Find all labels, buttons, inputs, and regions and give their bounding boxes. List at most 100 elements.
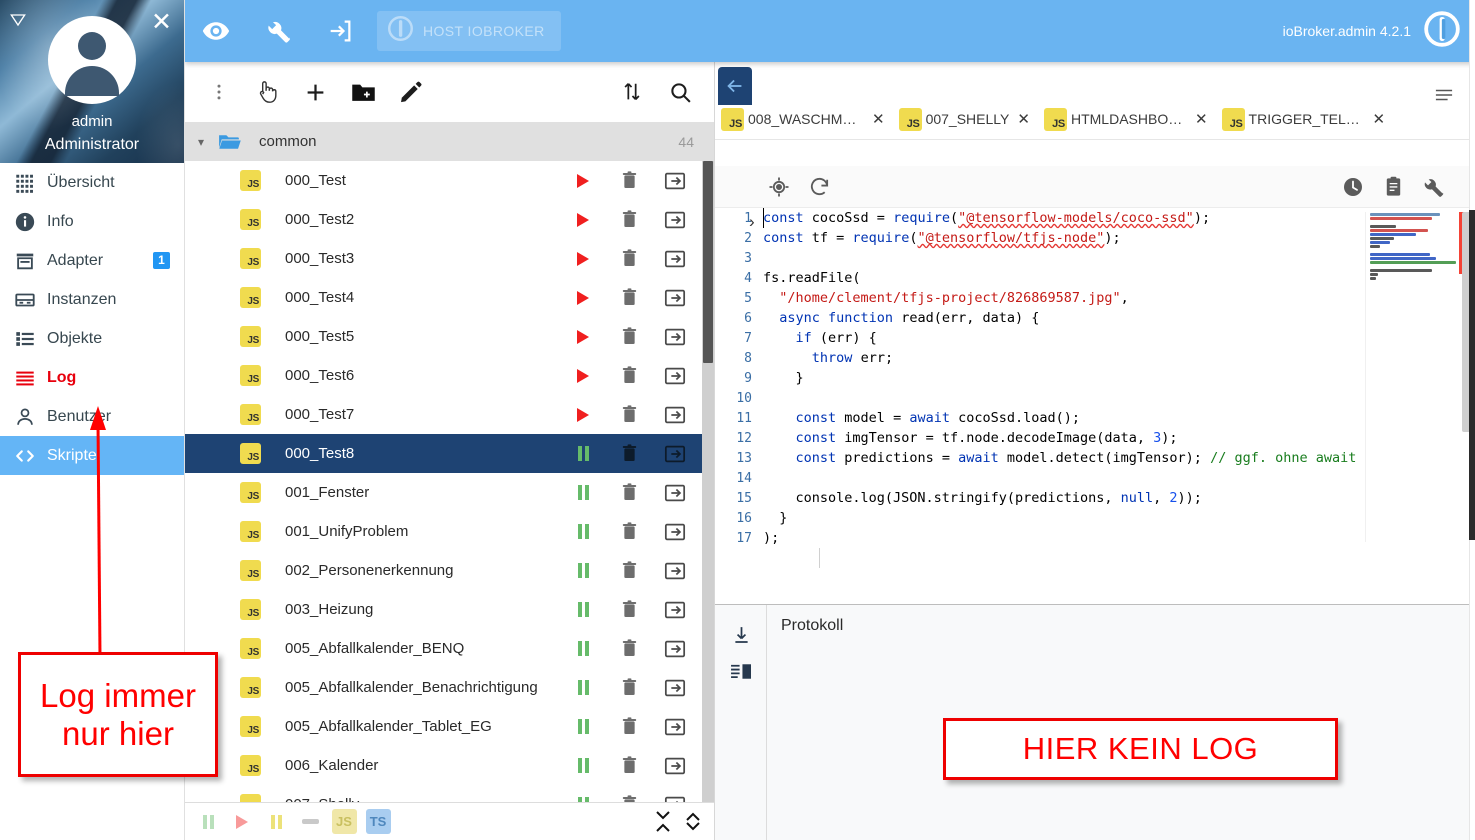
sidebar-item-info[interactable]: Info [0, 202, 184, 241]
pause-icon[interactable] [560, 563, 606, 578]
export-icon[interactable] [652, 794, 698, 802]
export-icon[interactable] [652, 443, 698, 465]
script-row[interactable]: JS 000_Test5 [185, 317, 714, 356]
script-row[interactable]: JS 000_Test3 [185, 239, 714, 278]
filter-running-icon[interactable] [227, 807, 257, 837]
trash-icon[interactable] [606, 248, 652, 269]
export-icon[interactable] [652, 170, 698, 192]
play-icon[interactable] [560, 173, 606, 188]
script-row[interactable]: JS 001_UnifyProblem [185, 512, 714, 551]
code-minimap[interactable] [1365, 212, 1457, 542]
editor-tab[interactable]: JS HTMLDASHBOARD ✕ [1038, 100, 1216, 138]
trash-icon[interactable] [606, 521, 652, 542]
export-icon[interactable] [652, 638, 698, 660]
collapse-caret-icon[interactable] [8, 10, 28, 35]
pause-icon[interactable] [560, 602, 606, 617]
sidebar-item-instanzen[interactable]: Instanzen [0, 280, 184, 319]
layout-toggle-icon[interactable] [715, 653, 767, 689]
script-list[interactable]: JS 000_Test JS 000_Test2 JS 000_Test3 JS 000_Te… [185, 161, 714, 802]
play-icon[interactable] [560, 251, 606, 266]
export-icon[interactable] [652, 248, 698, 270]
scroll-to-bottom-icon[interactable] [715, 617, 767, 653]
trash-icon[interactable] [606, 638, 652, 659]
script-row[interactable]: JS 000_Test4 [185, 278, 714, 317]
close-icon[interactable]: ✕ [1367, 110, 1392, 128]
sort-icon[interactable] [608, 68, 656, 116]
script-row[interactable]: JS 005_Abfallkalender_BENQ [185, 629, 714, 668]
trash-icon[interactable] [606, 716, 652, 737]
kebab-menu-icon[interactable] [195, 68, 243, 116]
trash-icon[interactable] [606, 482, 652, 503]
chevron-down-icon[interactable]: ▾ [185, 135, 217, 149]
script-row[interactable]: JS 000_Test [185, 161, 714, 200]
pause-icon[interactable] [560, 797, 606, 802]
script-row[interactable]: JS 005_Abfallkalender_Benachrichtigung [185, 668, 714, 707]
add-script-icon[interactable] [291, 68, 339, 116]
close-icon[interactable]: ✕ [866, 110, 891, 128]
wrench-icon[interactable] [247, 0, 309, 62]
refresh-icon[interactable] [799, 167, 839, 207]
search-icon[interactable] [656, 68, 704, 116]
sidebar-item-objekte[interactable]: Objekte [0, 319, 184, 358]
folder-row-common[interactable]: ▾ common 44 [185, 122, 714, 161]
pause-icon[interactable] [560, 680, 606, 695]
clock-history-icon[interactable] [1333, 167, 1373, 207]
host-selector-button[interactable]: HOST IOBROKER [377, 11, 561, 51]
export-icon[interactable] [652, 404, 698, 426]
script-row[interactable]: JS 005_Abfallkalender_Tablet_EG [185, 707, 714, 746]
export-icon[interactable] [652, 677, 698, 699]
export-icon[interactable] [652, 716, 698, 738]
filter-ts-icon[interactable]: TS [363, 807, 393, 837]
export-icon[interactable] [652, 560, 698, 582]
trash-icon[interactable] [606, 560, 652, 581]
trash-icon[interactable] [606, 443, 652, 464]
script-row[interactable]: JS 003_Heizung [185, 590, 714, 629]
list-scrollbar-thumb[interactable] [703, 161, 713, 363]
script-row[interactable]: JS 006_Kalender [185, 746, 714, 785]
eye-icon[interactable] [185, 0, 247, 62]
close-icon[interactable]: ✕ [1189, 110, 1214, 128]
trash-icon[interactable] [606, 365, 652, 386]
play-icon[interactable] [560, 212, 606, 227]
tabs-menu-icon[interactable] [1433, 86, 1455, 109]
export-icon[interactable] [652, 599, 698, 621]
export-icon[interactable] [652, 326, 698, 348]
new-folder-icon[interactable] [339, 68, 387, 116]
export-icon[interactable] [652, 287, 698, 309]
pause-icon[interactable] [560, 446, 606, 461]
trash-icon[interactable] [606, 404, 652, 425]
script-row[interactable]: JS 000_Test2 [185, 200, 714, 239]
pause-icon[interactable] [560, 758, 606, 773]
editor-tab[interactable]: JS008_WASCHMASC...✕ [715, 100, 893, 138]
script-row[interactable]: JS007_Shelly [185, 785, 714, 802]
script-row[interactable]: JS 001_Fenster [185, 473, 714, 512]
sidebar-item--bersicht[interactable]: Übersicht [0, 163, 184, 202]
filter-js-icon[interactable]: JS [329, 807, 359, 837]
login-arrow-icon[interactable] [309, 0, 371, 62]
pause-icon[interactable] [560, 524, 606, 539]
close-icon[interactable]: ✕ [151, 10, 172, 35]
export-icon[interactable] [652, 209, 698, 231]
pause-icon[interactable] [560, 485, 606, 500]
trash-icon[interactable] [606, 755, 652, 776]
expand-all-icon[interactable] [680, 811, 706, 832]
editor-tab[interactable]: JSTRIGGER_TELEGR...✕ [1216, 100, 1394, 138]
filter-inactive-icon[interactable] [261, 807, 291, 837]
close-icon[interactable]: ✕ [1011, 110, 1036, 128]
trash-icon[interactable] [606, 170, 652, 191]
trash-icon[interactable] [606, 794, 652, 802]
clipboard-list-icon[interactable] [1373, 167, 1413, 207]
editor-tab[interactable]: JS 007_SHELLY ✕ [893, 100, 1038, 138]
export-icon[interactable] [652, 755, 698, 777]
export-icon[interactable] [652, 521, 698, 543]
list-scrollbar[interactable] [702, 161, 714, 802]
sidebar-item-adapter[interactable]: Adapter 1 [0, 241, 184, 280]
script-row[interactable]: JS 002_Personenerkennung [185, 551, 714, 590]
locate-target-icon[interactable] [759, 167, 799, 207]
play-icon[interactable] [560, 290, 606, 305]
trash-icon[interactable] [606, 599, 652, 620]
play-icon[interactable] [560, 407, 606, 422]
wrench-settings-icon[interactable] [1413, 167, 1453, 207]
trash-icon[interactable] [606, 209, 652, 230]
script-row[interactable]: JS 000_Test8 [185, 434, 714, 473]
